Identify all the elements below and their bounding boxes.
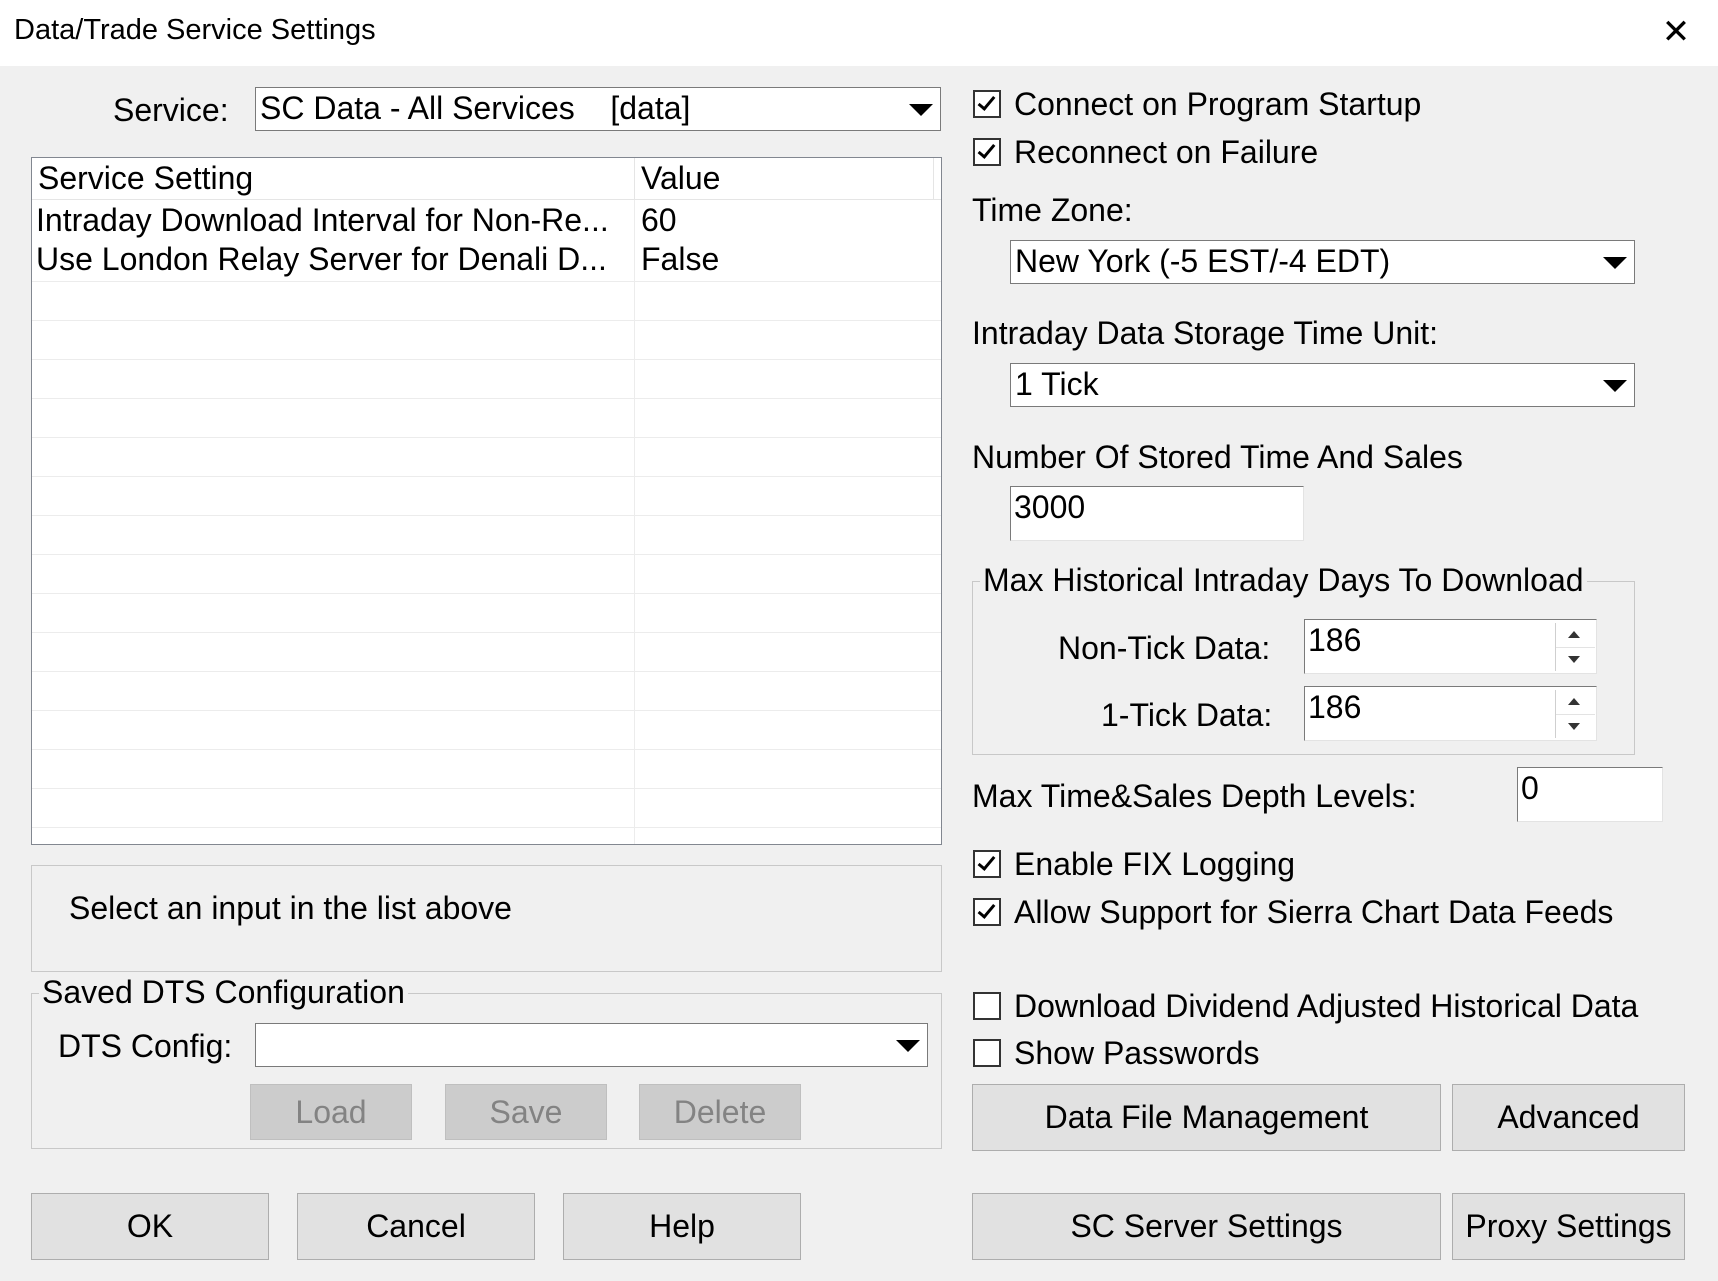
time-zone-label: Time Zone: <box>972 192 1133 228</box>
non-tick-data-value: 186 <box>1308 622 1362 658</box>
sc-server-settings-label: SC Server Settings <box>1070 1208 1343 1244</box>
table-row-setting[interactable]: Intraday Download Interval for Non-Re... <box>36 202 609 239</box>
service-settings-list[interactable]: Service Setting Value Intraday Download … <box>31 157 942 845</box>
stored-time-and-sales-label: Number Of Stored Time And Sales <box>972 439 1463 475</box>
row-divider <box>32 320 941 321</box>
row-divider <box>32 281 941 282</box>
checkmark-icon <box>977 852 996 871</box>
save-button[interactable]: Save <box>445 1084 607 1140</box>
depth-levels-input[interactable]: 0 <box>1517 767 1663 822</box>
stored-time-and-sales-value: 3000 <box>1014 489 1086 525</box>
chevron-down-icon[interactable] <box>1594 241 1634 283</box>
checkmark-icon <box>977 92 996 111</box>
one-tick-data-stepper[interactable]: 186 <box>1304 686 1597 741</box>
row-divider <box>32 827 941 828</box>
row-divider <box>32 437 941 438</box>
advanced-button[interactable]: Advanced <box>1452 1084 1685 1151</box>
help-button-label: Help <box>649 1208 715 1244</box>
allow-sc-data-feeds-label[interactable]: Allow Support for Sierra Chart Data Feed… <box>1014 894 1613 931</box>
enable-fix-logging-label[interactable]: Enable FIX Logging <box>1014 846 1295 883</box>
table-row-value[interactable]: 60 <box>641 202 677 239</box>
load-button[interactable]: Load <box>250 1084 412 1140</box>
spin-up-icon[interactable] <box>1556 623 1595 647</box>
delete-button-label: Delete <box>673 1094 767 1130</box>
close-icon[interactable]: ✕ <box>1654 12 1698 52</box>
row-divider <box>32 554 941 555</box>
row-divider <box>32 671 941 672</box>
service-dropdown[interactable]: SC Data - All Services [data] <box>255 87 941 131</box>
time-zone-value: New York (-5 EST/-4 EDT) <box>1015 243 1391 279</box>
row-divider <box>32 515 941 516</box>
row-divider <box>32 788 941 789</box>
table-row-value[interactable]: False <box>641 241 719 278</box>
chevron-down-icon[interactable] <box>887 1024 927 1066</box>
advanced-button-label: Advanced <box>1497 1099 1640 1135</box>
load-button-label: Load <box>295 1094 367 1130</box>
enable-fix-logging-checkbox[interactable] <box>973 850 1001 878</box>
connect-on-startup-label[interactable]: Connect on Program Startup <box>1014 86 1421 123</box>
column-header-value[interactable]: Value <box>641 160 720 197</box>
saved-dts-group-title: Saved DTS Configuration <box>39 974 408 1011</box>
list-header: Service Setting Value <box>32 158 941 200</box>
data-file-management-label: Data File Management <box>1044 1099 1369 1135</box>
storage-time-unit-dropdown[interactable]: 1 Tick <box>1010 363 1635 407</box>
dividend-adjusted-label[interactable]: Download Dividend Adjusted Historical Da… <box>1014 988 1638 1025</box>
table-row-setting[interactable]: Use London Relay Server for Denali D... <box>36 241 607 278</box>
service-label: Service: <box>113 92 229 128</box>
time-zone-dropdown[interactable]: New York (-5 EST/-4 EDT) <box>1010 240 1635 284</box>
spin-up-icon[interactable] <box>1556 690 1595 714</box>
chevron-down-icon[interactable] <box>900 88 940 130</box>
description-text: Select an input in the list above <box>69 890 512 926</box>
reconnect-on-failure-checkbox[interactable] <box>973 138 1001 166</box>
row-divider <box>32 632 941 633</box>
checkmark-icon <box>977 900 996 919</box>
storage-time-unit-value: 1 Tick <box>1015 366 1099 402</box>
cancel-button[interactable]: Cancel <box>297 1193 535 1260</box>
depth-levels-label: Max Time&Sales Depth Levels: <box>972 778 1417 814</box>
delete-button[interactable]: Delete <box>639 1084 801 1140</box>
connect-on-startup-checkbox[interactable] <box>973 90 1001 118</box>
save-button-label: Save <box>489 1094 563 1130</box>
row-divider <box>32 710 941 711</box>
service-value: SC Data - All Services [data] <box>260 90 691 126</box>
row-divider <box>32 749 941 750</box>
max-historical-days-group-title: Max Historical Intraday Days To Download <box>980 562 1587 599</box>
chevron-down-icon[interactable] <box>1594 364 1634 406</box>
proxy-settings-button[interactable]: Proxy Settings <box>1452 1193 1685 1260</box>
non-tick-data-label: Non-Tick Data: <box>1058 630 1271 666</box>
allow-sc-data-feeds-checkbox[interactable] <box>973 898 1001 926</box>
reconnect-on-failure-label[interactable]: Reconnect on Failure <box>1014 134 1318 171</box>
non-tick-data-stepper[interactable]: 186 <box>1304 619 1597 674</box>
spin-down-icon[interactable] <box>1556 714 1595 738</box>
dts-config-dropdown[interactable] <box>255 1023 928 1067</box>
one-tick-data-value: 186 <box>1308 689 1362 725</box>
row-divider <box>32 398 941 399</box>
dts-config-label: DTS Config: <box>58 1028 233 1064</box>
storage-time-unit-label: Intraday Data Storage Time Unit: <box>972 315 1438 351</box>
spin-down-icon[interactable] <box>1556 647 1595 671</box>
data-file-management-button[interactable]: Data File Management <box>972 1084 1441 1151</box>
ok-button[interactable]: OK <box>31 1193 269 1260</box>
one-tick-data-label: 1-Tick Data: <box>1101 697 1273 733</box>
non-tick-spinner[interactable] <box>1555 623 1595 671</box>
dividend-adjusted-checkbox[interactable] <box>973 992 1001 1020</box>
checkmark-icon <box>977 140 996 159</box>
stored-time-and-sales-input[interactable]: 3000 <box>1010 486 1304 541</box>
show-passwords-checkbox[interactable] <box>973 1039 1001 1067</box>
cancel-button-label: Cancel <box>366 1208 466 1244</box>
ok-button-label: OK <box>126 1208 174 1244</box>
show-passwords-label[interactable]: Show Passwords <box>1014 1035 1259 1072</box>
row-divider <box>32 476 941 477</box>
row-divider <box>32 593 941 594</box>
row-divider <box>32 359 941 360</box>
depth-levels-value: 0 <box>1521 770 1539 806</box>
sc-server-settings-button[interactable]: SC Server Settings <box>972 1193 1441 1260</box>
one-tick-spinner[interactable] <box>1555 690 1595 738</box>
column-divider[interactable] <box>933 158 934 200</box>
proxy-settings-label: Proxy Settings <box>1465 1208 1672 1244</box>
help-button[interactable]: Help <box>563 1193 801 1260</box>
column-divider[interactable] <box>634 158 635 200</box>
window-title: Data/Trade Service Settings <box>14 14 376 46</box>
column-header-setting[interactable]: Service Setting <box>38 160 253 197</box>
